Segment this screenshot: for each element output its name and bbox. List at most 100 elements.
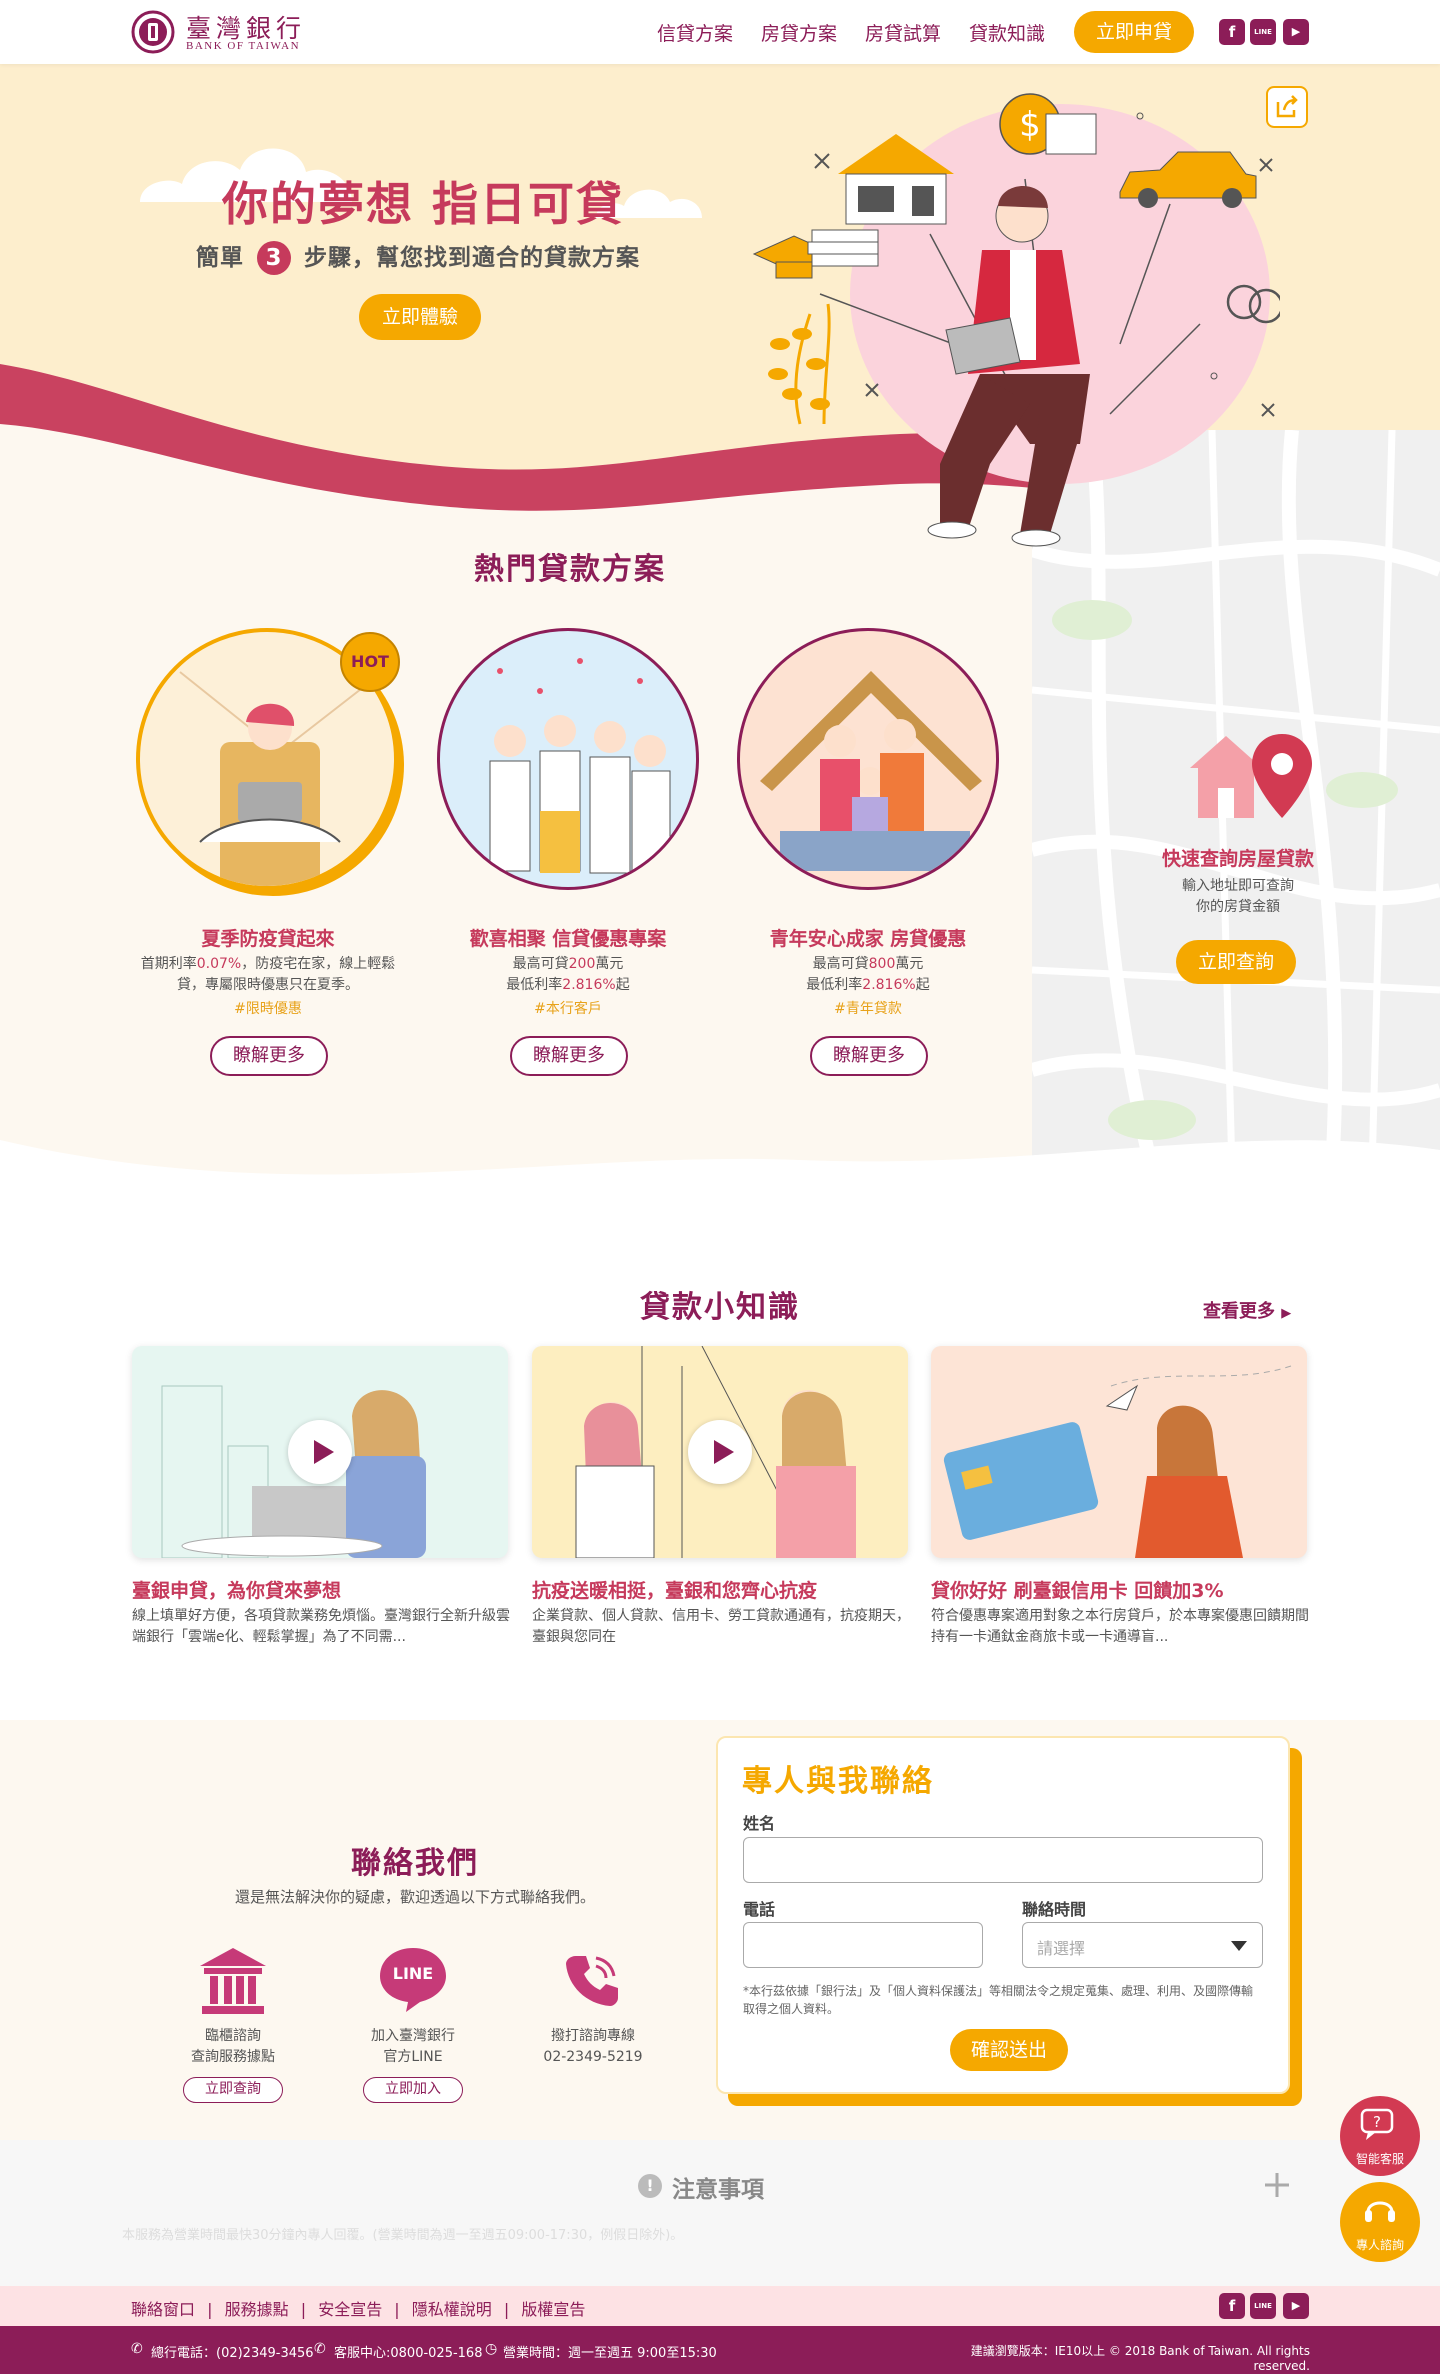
loan-card-tag[interactable]: #青年貸款 <box>718 998 1018 1018</box>
loan-card-desc: 最高可貸800萬元 最低利率2.816%起 <box>718 954 1018 996</box>
hero-subtitle: 簡單 3 步驟，幫您找到適合的貸款方案 <box>196 238 640 275</box>
loan-card-desc-text: 最低利率 <box>806 977 863 993</box>
notice-text: 本服務為營業時間最快30分鐘內專人回覆。(營業時間為週一至週五09:00-17:… <box>122 2228 684 2243</box>
loan-card-desc-highlight: 2.816% <box>862 977 916 993</box>
loan-card-desc-text: 起 <box>615 977 630 993</box>
headset-icon <box>1362 2192 1398 2228</box>
footer-link-contact[interactable]: 聯絡窗口 <box>131 2300 195 2319</box>
contact-item-line: 官方LINE <box>383 2049 443 2065</box>
footer-link-copyright[interactable]: 版權宣告 <box>521 2300 585 2319</box>
knowledge-card-title[interactable]: 臺銀申貸，為你貸來夢想 <box>132 1576 512 1603</box>
nav-mortgage-calculator[interactable]: 房貸試算 <box>865 19 941 46</box>
footer-copyright: 建議瀏覽版本：IE10以上 © 2018 Bank of Taiwan. All… <box>970 2344 1310 2373</box>
phone-input[interactable] <box>743 1922 983 1968</box>
learn-more-button[interactable]: 瞭解更多 <box>210 1036 328 1076</box>
footer-service-tel: 客服中心:0800-025-168 <box>334 2346 483 2361</box>
youtube-icon[interactable]: ▶ <box>1283 19 1309 45</box>
learn-more-button[interactable]: 瞭解更多 <box>510 1036 628 1076</box>
chevron-down-icon <box>1229 1939 1249 1953</box>
knowledge-card-title[interactable]: 抗疫送暖相挺，臺銀和您齊心抗疫 <box>532 1576 912 1603</box>
privacy-notice: *本行茲依據「銀行法」及「個人資料保護法」等相關法令之規定蒐集、處理、利用、及國… <box>743 1984 1254 2016</box>
notice-title[interactable]: 注意事項 <box>672 2170 764 2204</box>
line-icon[interactable]: LINE <box>1250 2293 1276 2319</box>
footer-link-security[interactable]: 安全宣告 <box>318 2300 382 2319</box>
find-branch-button[interactable]: 立即查詢 <box>183 2077 283 2103</box>
facebook-icon[interactable]: f <box>1219 19 1245 45</box>
view-more-link[interactable]: 查看更多 ▶ <box>1203 1297 1291 1323</box>
logo-english-name[interactable]: BANK OF TAIWAN <box>186 40 300 52</box>
expand-plus-icon[interactable] <box>1264 2172 1290 2198</box>
footer-link-branches[interactable]: 服務據點 <box>225 2300 289 2319</box>
loan-card-desc: 最高可貸200萬元 最低利率2.816%起 <box>418 954 718 996</box>
contact-time-placeholder: 請選擇 <box>1037 1939 1086 1958</box>
loan-card-desc-text: 最高可貸 <box>812 956 869 972</box>
loan-card-desc-highlight: 0.07% <box>196 956 242 972</box>
knowledge-title: 貸款小知識 <box>640 1290 800 1325</box>
contact-item-line[interactable]: 02-2349-5219 <box>543 2049 642 2065</box>
loan-card-desc-text: 起 <box>915 977 930 993</box>
ai-service-button[interactable]: ? 智能客服 <box>1340 2096 1420 2176</box>
nav-mortgage[interactable]: 房貸方案 <box>761 19 837 46</box>
contact-time-label: 聯絡時間 <box>1022 1900 1087 1919</box>
loan-card-image-family[interactable] <box>737 628 999 890</box>
quick-search-desc-line: 輸入地址即可查詢 <box>1182 878 1294 894</box>
chat-bubble-icon: ? <box>1360 2106 1400 2142</box>
nav-credit-loan[interactable]: 信貸方案 <box>657 19 733 46</box>
agent-consult-label: 專人諮詢 <box>1355 2238 1404 2252</box>
try-now-button[interactable]: 立即體驗 <box>359 294 481 340</box>
info-icon: ! <box>638 2174 662 2198</box>
nav-loan-knowledge[interactable]: 貸款知識 <box>969 19 1045 46</box>
knowledge-card-desc: 線上填單好方便，各項貸款業務免煩惱。臺灣銀行全新升級雲端銀行「雲端e化、輕鬆掌握… <box>132 1608 510 1645</box>
contact-time-select[interactable]: 請選擇 <box>1022 1922 1263 1968</box>
loan-card-desc-highlight: 800 <box>868 956 896 972</box>
footer-bar: ✆ 總行電話：(02)2349-3456 ✆ 客服中心:0800-025-168… <box>0 2326 1440 2374</box>
footer-divider: | <box>503 2300 510 2319</box>
knowledge-card-image[interactable] <box>132 1346 508 1558</box>
phone-icon: ✆ <box>314 2341 326 2357</box>
loan-card-image-gathering[interactable] <box>437 628 699 890</box>
footer-divider: | <box>300 2300 307 2319</box>
phone-field-label: 電話 <box>743 1900 776 1919</box>
bank-logo-icon[interactable] <box>131 10 175 54</box>
quick-search-title: 快速查詢房屋貸款 <box>1161 848 1314 870</box>
contact-item-label: 加入臺灣銀行 官方LINE <box>338 2026 488 2068</box>
play-video-icon[interactable] <box>688 1420 752 1484</box>
search-now-button[interactable]: 立即查詢 <box>1176 940 1296 984</box>
knowledge-card-title[interactable]: 貸你好好 刷臺銀信用卡 回饋加3% <box>931 1576 1311 1603</box>
loan-card-desc-highlight: 2.816% <box>562 977 616 993</box>
knowledge-card-desc: 符合優惠專案適用對象之本行房貸戶，於本專案優惠回饋期間持有一卡通鈦金商旅卡或一卡… <box>931 1608 1309 1645</box>
loan-card-desc-text: 最低利率 <box>506 977 563 993</box>
site-header: 臺灣銀行 BANK OF TAIWAN 信貸方案 房貸方案 房貸試算 貸款知識 … <box>0 0 1440 64</box>
loan-card-tag[interactable]: #限時優惠 <box>118 998 418 1018</box>
loan-card-desc-text: 萬元 <box>595 956 624 972</box>
contact-item-line: 撥打諮詢專線 <box>551 2028 635 2044</box>
loan-card-title: 歡喜相聚 信貸優惠專案 <box>469 928 667 950</box>
name-field-label: 姓名 <box>743 1814 776 1833</box>
submit-button[interactable]: 確認送出 <box>950 2029 1068 2071</box>
line-icon-text: LINE <box>392 1964 434 1983</box>
clock-icon: ◷ <box>485 2341 498 2357</box>
loan-card-desc-text: 萬元 <box>895 956 924 972</box>
contact-item-line: 加入臺灣銀行 <box>371 2028 455 2044</box>
hero-subtitle-post: 步驟，幫您找到適合的貸款方案 <box>304 245 641 271</box>
knowledge-card-image[interactable] <box>931 1346 1307 1558</box>
youtube-icon[interactable]: ▶ <box>1283 2293 1309 2319</box>
agent-consult-button[interactable]: 專人諮詢 <box>1340 2182 1420 2262</box>
step-count-badge: 3 <box>257 241 292 275</box>
name-input[interactable] <box>743 1837 1263 1883</box>
view-more-label[interactable]: 查看更多 <box>1203 1301 1275 1322</box>
play-video-icon[interactable] <box>288 1420 352 1484</box>
learn-more-button[interactable]: 瞭解更多 <box>810 1036 928 1076</box>
knowledge-card-image[interactable] <box>532 1346 908 1558</box>
facebook-icon[interactable]: f <box>1219 2293 1245 2319</box>
line-icon[interactable]: LINE <box>1250 19 1276 45</box>
notice-header[interactable]: ! 注意事項 <box>0 2170 1440 2210</box>
apply-now-button[interactable]: 立即申貸 <box>1074 11 1194 53</box>
hero-illustration: $ <box>720 84 1280 564</box>
house-location-icon <box>1186 728 1316 824</box>
loan-card-tag[interactable]: #本行客戶 <box>418 998 718 1018</box>
hot-badge-icon: HOT <box>340 632 400 692</box>
join-line-button[interactable]: 立即加入 <box>363 2077 463 2103</box>
footer-link-privacy[interactable]: 隱私權說明 <box>412 2300 492 2319</box>
phone-icon: ✆ <box>131 2341 143 2357</box>
